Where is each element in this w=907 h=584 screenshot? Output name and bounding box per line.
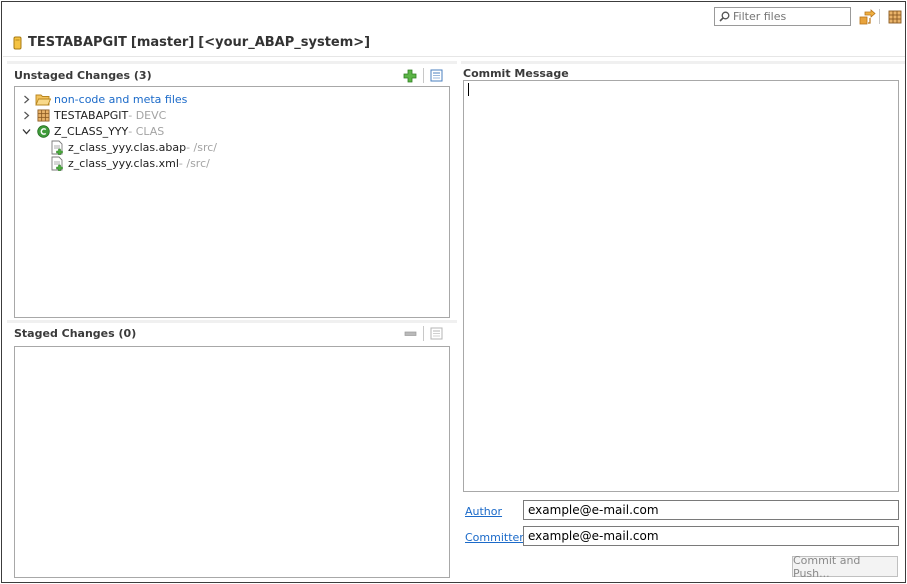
committer-input[interactable]	[523, 526, 899, 546]
tree-item-class[interactable]: Z_CLASS_YYY - CLAS	[21, 123, 164, 139]
text-caret	[468, 83, 469, 96]
tree-item-type: - CLAS	[128, 124, 165, 138]
header-divider	[3, 56, 905, 57]
collapse-all-button[interactable]	[430, 69, 443, 82]
filter-files-field[interactable]	[714, 7, 851, 26]
remove-icon	[404, 331, 417, 336]
tree-item-file-xml[interactable]: z_class_yyy.clas.xml - /src/	[49, 155, 210, 171]
package-icon	[888, 10, 902, 24]
committer-link[interactable]: Committer	[465, 531, 524, 544]
author-input[interactable]	[523, 500, 899, 520]
search-icon	[719, 11, 730, 22]
toolbar-separator	[879, 9, 880, 24]
staged-changes-tree[interactable]	[14, 346, 450, 578]
tree-item-label: Z_CLASS_YYY	[54, 124, 129, 138]
package-button[interactable]	[886, 8, 904, 26]
collapse-all-button[interactable]	[430, 327, 443, 340]
tree-item-package[interactable]: TESTABAPGIT - DEVC	[21, 107, 166, 123]
commit-shade	[461, 61, 905, 64]
staged-changes-title: Staged Changes (0)	[14, 327, 137, 340]
tree-item-meta-files[interactable]: non-code and meta files	[21, 91, 187, 107]
tree-item-label: z_class_yyy.clas.xml	[68, 156, 179, 170]
commit-message-title: Commit Message	[463, 67, 569, 80]
chevron-right-icon[interactable]	[21, 111, 31, 120]
add-icon	[403, 69, 417, 82]
toolbar-separator	[423, 68, 424, 83]
folder-icon	[35, 91, 51, 107]
repository-name: TESTABAPGIT	[28, 35, 127, 50]
repository-icon	[13, 36, 22, 50]
unstage-all-button[interactable]	[404, 327, 417, 340]
new-file-icon	[49, 139, 65, 155]
unstaged-shade	[7, 61, 457, 64]
tree-item-label: z_class_yyy.clas.abap	[68, 140, 187, 154]
tree-item-path: - /src/	[178, 156, 210, 170]
stage-all-button[interactable]	[403, 69, 417, 83]
tree-item-label: non-code and meta files	[54, 92, 188, 106]
unstaged-toolbar	[403, 68, 443, 83]
new-file-icon	[49, 155, 65, 171]
unstaged-changes-tree[interactable]: non-code and meta files TESTABAPGIT - DE…	[14, 86, 450, 318]
filter-files-input[interactable]	[733, 10, 851, 23]
commit-and-push-button[interactable]: Commit and Push...	[792, 554, 898, 580]
chevron-right-icon[interactable]	[21, 95, 31, 104]
tree-item-type: - DEVC	[128, 108, 167, 122]
class-icon	[35, 123, 51, 139]
author-link[interactable]: Author	[465, 505, 502, 518]
package-icon	[35, 107, 51, 123]
chevron-down-icon[interactable]	[21, 128, 31, 135]
switch-repository-icon	[859, 8, 876, 24]
abapgit-staging-view: TESTABAPGIT [master] [<your_ABAP_system>…	[1, 1, 906, 583]
repository-title: TESTABAPGIT [master] [<your_ABAP_system>…	[13, 35, 370, 50]
tree-item-label: TESTABAPGIT	[54, 108, 129, 122]
staged-shade	[7, 320, 457, 323]
unstaged-changes-title: Unstaged Changes (3)	[14, 69, 152, 82]
system-name: [<your_ABAP_system>]	[198, 35, 371, 50]
switch-repository-button[interactable]	[858, 8, 876, 26]
tree-item-file-abap[interactable]: z_class_yyy.clas.abap - /src/	[49, 139, 217, 155]
staged-toolbar	[404, 326, 443, 341]
collapse-all-icon	[430, 327, 443, 340]
commit-message-textarea[interactable]	[463, 80, 899, 492]
branch-name: [master]	[130, 35, 195, 50]
tree-item-path: - /src/	[186, 140, 217, 154]
collapse-all-icon	[430, 69, 443, 82]
toolbar-separator	[423, 326, 424, 341]
